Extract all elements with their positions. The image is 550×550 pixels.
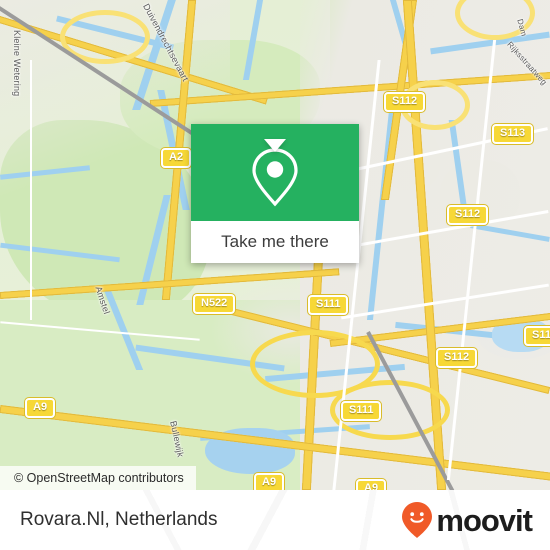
road-shield: A2 [161, 148, 192, 168]
road-shield: A9 [25, 398, 56, 418]
map-street [30, 60, 32, 320]
moovit-smiley-pin-icon [401, 501, 433, 539]
road-shield: S111 [341, 401, 382, 421]
road-shield: S112 [436, 348, 478, 368]
moovit-wordmark: moovit [436, 502, 533, 538]
footer-bar: Rovara.Nl, Netherlands moovit [0, 490, 550, 550]
moovit-map-screen: Kleine Wetering Duivendrechtsevaart Amst… [0, 0, 550, 550]
road-shield: S113 [492, 124, 534, 144]
map-pin-icon [191, 146, 359, 208]
road-shield: A9 [254, 473, 285, 490]
road-shield: S112 [384, 92, 426, 112]
osm-attribution[interactable]: © OpenStreetMap contributors [0, 466, 196, 490]
take-me-there-label: Take me there [221, 232, 329, 251]
road-shield: N522 [193, 294, 236, 314]
take-me-there-button[interactable]: Take me there [191, 221, 359, 263]
road-shield: A9 [356, 479, 387, 490]
road-shield: S112 [447, 205, 489, 225]
map-label: Kleine Wetering [12, 30, 22, 97]
popup-pointer-tail [264, 139, 286, 152]
place-name: Rovara.Nl, Netherlands [20, 509, 218, 530]
road-shield: S111 [308, 295, 349, 315]
moovit-logo[interactable]: moovit [401, 501, 533, 539]
road-shield: S112 [524, 326, 550, 346]
